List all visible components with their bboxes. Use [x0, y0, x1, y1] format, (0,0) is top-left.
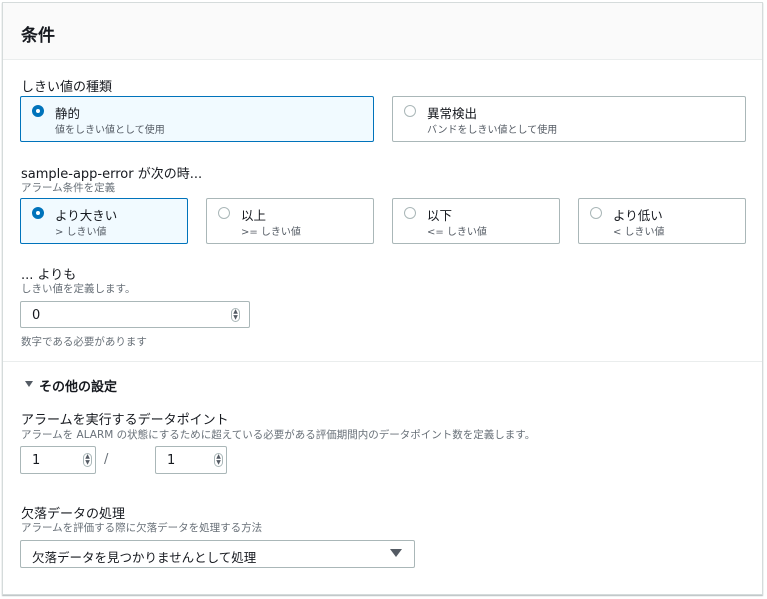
datapoints-to-alarm-input[interactable]: 1 ▲ ▼: [20, 446, 96, 474]
radio-icon: [590, 207, 602, 219]
tile-desc: >= しきい値: [241, 227, 301, 238]
tile-title: より低い: [613, 208, 663, 223]
datapoints-value: 1: [32, 453, 41, 468]
section-divider: [3, 361, 762, 362]
threshold-hint: 数字である必要があります: [21, 336, 147, 348]
evaluation-periods-input[interactable]: 1 ▲ ▼: [155, 446, 227, 474]
missing-data-select[interactable]: 欠落データを見つかりませんとして処理: [20, 540, 415, 568]
threshold-type-static-tile[interactable]: 静的 値をしきい値として使用: [20, 96, 374, 142]
missing-data-desc: アラームを評価する際に欠落データを処理する方法: [21, 522, 263, 534]
panel-title: 条件: [21, 26, 55, 46]
datapoints-separator: /: [104, 452, 109, 467]
condition-greater-tile[interactable]: より大きい > しきい値: [20, 198, 188, 244]
threshold-input[interactable]: 0 ▲ ▼: [20, 301, 250, 328]
condition-greater-equal-tile[interactable]: 以上 >= しきい値: [206, 198, 374, 244]
datapoints-desc: アラームを ALARM の状態にするために超えている必要がある評価期間内のデータ…: [21, 429, 536, 441]
number-stepper-icon[interactable]: ▲ ▼: [214, 453, 223, 467]
tile-desc: > しきい値: [55, 227, 107, 238]
tile-title: 以下: [427, 208, 453, 223]
condition-less-tile[interactable]: より低い < しきい値: [578, 198, 746, 244]
datapoints-label: アラームを実行するデータポイント: [21, 413, 229, 428]
threshold-type-label: しきい値の種類: [21, 80, 113, 95]
threshold-value: 0: [32, 308, 41, 323]
tile-title: 静的: [55, 106, 81, 121]
panel-header: 条件: [3, 3, 762, 60]
tile-desc: < しきい値: [613, 227, 665, 238]
condition-desc: アラーム条件を定義: [21, 182, 116, 194]
caret-down-icon: [25, 381, 33, 387]
number-stepper-icon[interactable]: ▲ ▼: [83, 453, 92, 467]
threshold-desc: しきい値を定義します。: [21, 283, 136, 295]
threshold-type-anomaly-tile[interactable]: 異常検出 バンドをしきい値として使用: [392, 96, 746, 142]
radio-selected-icon: [32, 105, 44, 117]
missing-data-selected: 欠落データを見つかりませんとして処理: [32, 550, 257, 565]
tile-title: より大きい: [55, 208, 118, 223]
radio-icon: [404, 207, 416, 219]
additional-settings-toggle[interactable]: その他の設定: [23, 376, 163, 395]
tile-title: 以上: [241, 208, 267, 223]
radio-icon: [404, 105, 416, 117]
radio-icon: [218, 207, 230, 219]
evaluation-periods-value: 1: [167, 453, 176, 468]
condition-less-equal-tile[interactable]: 以下 <= しきい値: [392, 198, 560, 244]
number-stepper-icon[interactable]: ▲ ▼: [231, 308, 240, 322]
tile-desc: <= しきい値: [427, 227, 487, 238]
tile-desc: バンドをしきい値として使用: [427, 125, 558, 136]
additional-settings-label: その他の設定: [39, 380, 118, 395]
conditions-panel: 条件 しきい値の種類 静的 値をしきい値として使用 異常検出 バンドをしきい値と…: [2, 2, 763, 595]
tile-title: 異常検出: [427, 106, 478, 121]
dropdown-arrow-icon: [390, 549, 402, 557]
tile-desc: 値をしきい値として使用: [55, 125, 165, 136]
radio-selected-icon: [32, 207, 44, 219]
